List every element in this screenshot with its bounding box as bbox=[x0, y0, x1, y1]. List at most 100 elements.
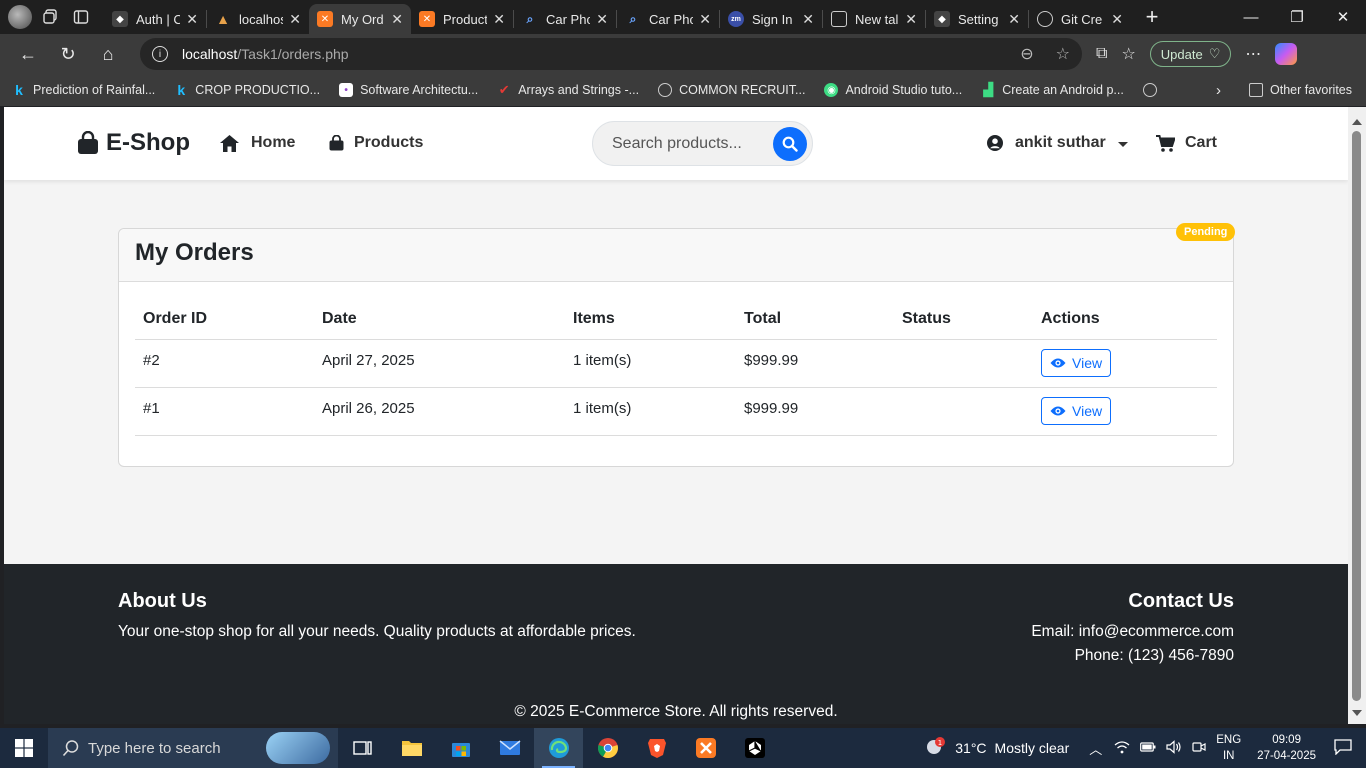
bookmark-item[interactable]: ◉ Android Studio tuto... bbox=[824, 83, 962, 97]
network-icon[interactable] bbox=[1114, 740, 1130, 757]
browser-tab[interactable]: ◆ Auth | C ✕ bbox=[104, 4, 206, 34]
brand-logo[interactable]: E-Shop bbox=[77, 129, 190, 157]
order-items: 1 item(s) bbox=[565, 387, 736, 436]
nav-home[interactable]: Home bbox=[220, 134, 295, 152]
tab-actions-icon[interactable] bbox=[66, 2, 96, 32]
edge-taskbar-icon[interactable] bbox=[534, 728, 583, 768]
bookmark-item[interactable]: • Software Architectu... bbox=[339, 83, 478, 97]
close-tab-icon[interactable]: ✕ bbox=[391, 11, 403, 28]
close-tab-icon[interactable]: ✕ bbox=[699, 11, 711, 28]
eye-icon bbox=[1050, 358, 1066, 367]
bookmark-item[interactable]: k CROP PRODUCTIO... bbox=[174, 82, 320, 98]
update-button[interactable]: Update ♡ bbox=[1149, 41, 1232, 67]
browser-tab-active[interactable]: ✕ My Ord ✕ bbox=[309, 4, 411, 34]
restore-icon[interactable]: ❐ bbox=[1274, 0, 1320, 34]
search-button[interactable] bbox=[773, 127, 807, 161]
clock[interactable]: 09:09 27-04-2025 bbox=[1257, 732, 1316, 764]
microsoft-store-icon[interactable] bbox=[436, 728, 485, 768]
settings-more-icon[interactable]: ⋯ bbox=[1245, 44, 1261, 64]
language-indicator[interactable]: ENG IN bbox=[1216, 732, 1241, 764]
browser-tab[interactable]: New tal ✕ bbox=[823, 4, 925, 34]
bookmark-item[interactable]: k Prediction of Rainfal... bbox=[12, 82, 155, 98]
user-dropdown[interactable]: ankit suthar bbox=[987, 134, 1128, 152]
minimize-icon[interactable]: — bbox=[1228, 0, 1274, 34]
close-tab-icon[interactable]: ✕ bbox=[596, 11, 608, 28]
notifications-icon[interactable] bbox=[1334, 738, 1352, 758]
xampp-icon: ✕ bbox=[419, 11, 435, 27]
globe-icon bbox=[1142, 83, 1157, 97]
xampp-taskbar-icon[interactable] bbox=[681, 728, 730, 768]
battery-icon[interactable] bbox=[1140, 740, 1156, 756]
url-field[interactable]: i localhost/Task1/orders.php ⊖ ☆ bbox=[140, 38, 1082, 70]
weather-desc[interactable]: Mostly clear bbox=[995, 740, 1070, 756]
close-tab-icon[interactable]: ✕ bbox=[186, 11, 198, 28]
favorites-icon[interactable]: ☆ bbox=[1121, 44, 1135, 64]
windows-start-icon[interactable] bbox=[0, 728, 48, 768]
close-window-icon[interactable]: ✕ bbox=[1320, 0, 1366, 34]
browser-tab[interactable]: ⌕ Car Pho ✕ bbox=[617, 4, 719, 34]
search-form: Search products... bbox=[592, 121, 813, 166]
view-order-button[interactable]: View bbox=[1041, 348, 1112, 377]
table-row: #2 April 27, 2025 1 item(s) $999.99 View bbox=[135, 339, 1217, 388]
nav-products[interactable]: Products bbox=[329, 134, 423, 152]
chrome-icon[interactable] bbox=[583, 728, 632, 768]
other-favorites-folder[interactable]: Other favorites bbox=[1249, 83, 1352, 97]
task-view-icon[interactable] bbox=[338, 728, 387, 768]
mail-icon[interactable] bbox=[485, 728, 534, 768]
browser-tab[interactable]: zm Sign In | ✕ bbox=[720, 4, 822, 34]
weather-temp[interactable]: 31°C bbox=[955, 740, 986, 756]
workspaces-icon[interactable] bbox=[36, 2, 66, 32]
extensions-icon[interactable]: ⧉ bbox=[1096, 45, 1107, 63]
chevron-right-icon[interactable]: › bbox=[1216, 82, 1221, 99]
browser-tab[interactable]: ⌕ Car Pho ✕ bbox=[514, 4, 616, 34]
cart-icon bbox=[1156, 134, 1175, 152]
home-icon[interactable]: ⌂ bbox=[88, 37, 128, 71]
file-explorer-icon[interactable] bbox=[387, 728, 436, 768]
unity-icon: ◆ bbox=[112, 11, 128, 27]
browser-tab[interactable]: ◆ Setting ✕ bbox=[926, 4, 1028, 34]
unity-taskbar-icon[interactable] bbox=[730, 728, 779, 768]
bookmark-item[interactable]: COMMON RECRUIT... bbox=[658, 83, 805, 97]
browser-tab[interactable]: ✕ Product ✕ bbox=[411, 4, 513, 34]
site-info-icon[interactable]: i bbox=[152, 46, 168, 62]
search-input[interactable]: Search products... bbox=[612, 135, 742, 153]
close-tab-icon[interactable]: ✕ bbox=[905, 11, 917, 28]
close-tab-icon[interactable]: ✕ bbox=[1111, 11, 1123, 28]
volume-icon[interactable] bbox=[1166, 739, 1182, 757]
refresh-icon[interactable]: ↻ bbox=[48, 37, 88, 71]
xampp-icon: ✕ bbox=[317, 11, 333, 27]
scroll-down-icon[interactable] bbox=[1352, 710, 1362, 716]
home-icon bbox=[220, 134, 239, 152]
copilot-icon[interactable] bbox=[1275, 43, 1298, 65]
column-header: Total bbox=[736, 299, 894, 340]
meet-now-icon[interactable] bbox=[1192, 740, 1206, 757]
scroll-up-icon[interactable] bbox=[1352, 119, 1362, 125]
weather-icon[interactable]: 1 bbox=[925, 736, 947, 760]
favorite-star-icon[interactable]: ☆ bbox=[1056, 44, 1070, 64]
chevron-up-icon[interactable]: ︿ bbox=[1089, 739, 1102, 758]
close-tab-icon[interactable]: ✕ bbox=[802, 11, 814, 28]
browser-tab[interactable]: ▲ localhos ✕ bbox=[207, 4, 309, 34]
bookmark-item[interactable]: ▟ Create an Android p... bbox=[981, 82, 1124, 97]
search-icon bbox=[62, 740, 79, 757]
newtab-icon bbox=[831, 11, 847, 27]
view-order-button[interactable]: View bbox=[1041, 396, 1112, 425]
orders-card: My Orders Order ID Date Items Total Stat… bbox=[118, 228, 1234, 467]
back-icon[interactable]: ← bbox=[8, 37, 48, 71]
more-page-actions-icon[interactable]: ⊖ bbox=[1020, 44, 1033, 64]
new-tab-button[interactable]: + bbox=[1137, 2, 1167, 32]
brave-icon[interactable] bbox=[632, 728, 681, 768]
browser-tab[interactable]: Git Cre ✕ bbox=[1029, 4, 1131, 34]
footer-contact-title: Contact Us bbox=[1128, 590, 1234, 612]
profile-avatar[interactable] bbox=[8, 5, 32, 29]
bookmark-item[interactable] bbox=[1142, 83, 1164, 97]
nav-cart[interactable]: Cart bbox=[1156, 134, 1217, 152]
order-id: #2 bbox=[135, 339, 314, 388]
close-tab-icon[interactable]: ✕ bbox=[493, 11, 505, 28]
close-tab-icon[interactable]: ✕ bbox=[289, 11, 301, 28]
taskbar-search-input[interactable]: Type here to search bbox=[48, 728, 338, 768]
bookmark-item[interactable]: ✔ Arrays and Strings -... bbox=[497, 82, 639, 97]
close-tab-icon[interactable]: ✕ bbox=[1008, 11, 1020, 28]
vertical-scrollbar[interactable] bbox=[1348, 107, 1366, 724]
scrollbar-thumb[interactable] bbox=[1352, 131, 1361, 701]
